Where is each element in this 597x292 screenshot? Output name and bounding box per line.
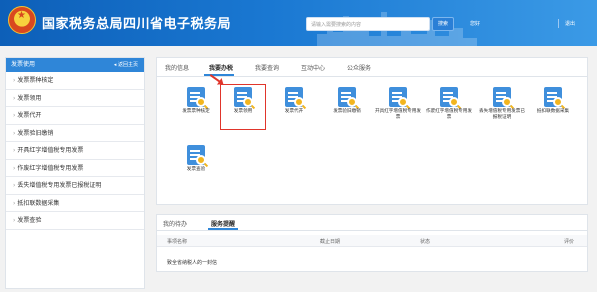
magnifier-icon	[196, 155, 206, 165]
sidebar-item[interactable]: › 开具红字增值税专用发票	[6, 142, 144, 160]
bullet-icon: ›	[13, 182, 16, 189]
tile-label: 发票查验	[186, 167, 206, 172]
bullet-icon: ›	[13, 94, 16, 102]
tab-interaction[interactable]: 互动中心	[301, 63, 325, 72]
magnifier-icon	[196, 97, 206, 107]
tab-query[interactable]: 我要查询	[255, 63, 279, 72]
tile-label: 发票票种核定	[182, 109, 210, 114]
tab-service-reminder[interactable]: 服务提醒	[211, 219, 235, 228]
sidebar-item-label: 作废红字增值税专用发票	[17, 164, 84, 172]
sidebar-title: 发票使用	[11, 61, 36, 68]
sidebar-item-label: 抵扣联数据采集	[17, 199, 60, 207]
bullet-icon: ›	[13, 164, 16, 172]
main-tabs: 我的信息 我要办税 我要查询 互动中心 公众服务	[157, 58, 587, 77]
active-tab-indicator	[208, 228, 238, 230]
magnifier-icon	[449, 97, 459, 107]
logout-link[interactable]: 退出	[565, 20, 575, 27]
tile-invoice-check[interactable]: 发票查验	[174, 143, 218, 187]
tile-label: 丢失增值税专用发票已报税证明	[479, 109, 525, 120]
tile-lost-vat-invoice-proof[interactable]: 丢失增值税专用发票已报税证明	[479, 85, 525, 129]
sidebar-item-label: 发票代开	[17, 112, 42, 119]
tile-label: 抵扣联数据采集	[536, 109, 570, 114]
bullet-icon: ›	[13, 217, 16, 224]
tile-label: 发票验旧缴销	[333, 109, 361, 114]
sidebar-item[interactable]: › 丢失增值税专用发票已报税证明	[6, 177, 144, 195]
back-home-link[interactable]: ◂ 返回主页	[114, 58, 138, 72]
todo-tabs: 我的待办 服务提醒	[157, 215, 587, 231]
tile-label: 发票代开	[284, 109, 304, 114]
tab-public-service[interactable]: 公众服务	[347, 63, 371, 72]
sidebar-item[interactable]: › 发票查验	[6, 212, 144, 230]
bullet-icon: ›	[13, 199, 16, 207]
bullet-icon: ›	[13, 112, 16, 119]
tile-label: 发票领用	[233, 109, 253, 114]
search-input[interactable]: 请输入需要搜索的内容	[306, 17, 430, 31]
bullet-icon: ›	[13, 129, 16, 137]
sidebar: 发票使用 ◂ 返回主页 › 发票票种核定 › 发票领用 › 发票代开 › 发票验旧缴销 …	[5, 57, 145, 289]
tile-invoice-verify-cancel[interactable]: 发票验旧缴销	[325, 85, 369, 129]
tile-label: 开具红字增值税专用发票	[375, 109, 421, 120]
sidebar-item[interactable]: › 发票验旧缴销	[6, 125, 144, 142]
tile-red-vat-invoice-void[interactable]: 作废红字增值税专用发票	[426, 85, 472, 129]
site-title: 国家税务总局四川省电子税务局	[42, 17, 232, 32]
sidebar-item[interactable]: › 作废红字增值税专用发票	[6, 160, 144, 177]
tile-invoice-issue-on-behalf[interactable]: 发票代开	[272, 85, 316, 129]
tab-my-todo[interactable]: 我的待办	[163, 219, 187, 228]
bullet-icon: ›	[13, 77, 16, 84]
sidebar-item[interactable]: › 发票领用	[6, 90, 144, 107]
tax-emblem-icon	[8, 6, 36, 34]
magnifier-icon	[398, 97, 408, 107]
column-header: 状态	[420, 239, 431, 245]
sidebar-item[interactable]: › 发票票种核定	[6, 72, 144, 90]
site-header: 国家税务总局四川省电子税务局 请输入需要搜索的内容 搜索 您好 退出	[0, 0, 597, 46]
column-header: 截止日期	[320, 239, 341, 245]
column-header: 事项名称	[167, 239, 188, 245]
table-row[interactable]: 致全省纳税人的一封信	[167, 259, 217, 266]
sidebar-item-label: 发票查验	[17, 217, 42, 224]
header-divider	[558, 19, 559, 28]
bullet-icon: ›	[13, 147, 16, 154]
sidebar-header: 发票使用 ◂ 返回主页	[6, 58, 144, 72]
active-tab-indicator	[204, 74, 234, 76]
magnifier-icon	[502, 97, 512, 107]
sidebar-item-label: 发票领用	[17, 94, 42, 102]
user-greeting: 您好	[470, 21, 481, 27]
sidebar-item-label: 丢失增值税专用发票已报税证明	[17, 182, 102, 189]
tile-label: 作废红字增值税专用发票	[426, 109, 472, 120]
magnifier-icon	[243, 97, 253, 107]
table-header: 事项名称 截止日期 状态 评价	[157, 235, 587, 247]
magnifier-icon	[347, 97, 357, 107]
tab-do-tax[interactable]: 我要办税	[209, 63, 233, 72]
sidebar-item[interactable]: › 发票代开	[6, 107, 144, 125]
tab-my-info[interactable]: 我的信息	[165, 63, 189, 72]
magnifier-icon	[294, 97, 304, 107]
tile-red-vat-invoice-issue[interactable]: 开具红字增值税专用发票	[375, 85, 421, 129]
tile-invoice-receive[interactable]: 发票领用	[220, 84, 266, 130]
column-header: 评价	[564, 239, 575, 245]
sidebar-item-label: 开具红字增值税专用发票	[17, 147, 84, 154]
sidebar-item-label: 发票票种核定	[17, 77, 54, 84]
tile-invoice-type-approval[interactable]: 发票票种核定	[174, 85, 218, 129]
search-button[interactable]: 搜索	[432, 17, 454, 31]
sidebar-item[interactable]: › 抵扣联数据采集	[6, 195, 144, 212]
todo-panel: 我的待办 服务提醒 事项名称 截止日期 状态 评价 致全省纳税人的一封信	[156, 214, 588, 272]
back-home-label[interactable]: 返回主页	[118, 62, 138, 68]
magnifier-icon	[553, 97, 563, 107]
tile-deduction-data-collect[interactable]: 抵扣联数据采集	[531, 85, 575, 129]
sidebar-item-label: 发票验旧缴销	[17, 129, 54, 137]
